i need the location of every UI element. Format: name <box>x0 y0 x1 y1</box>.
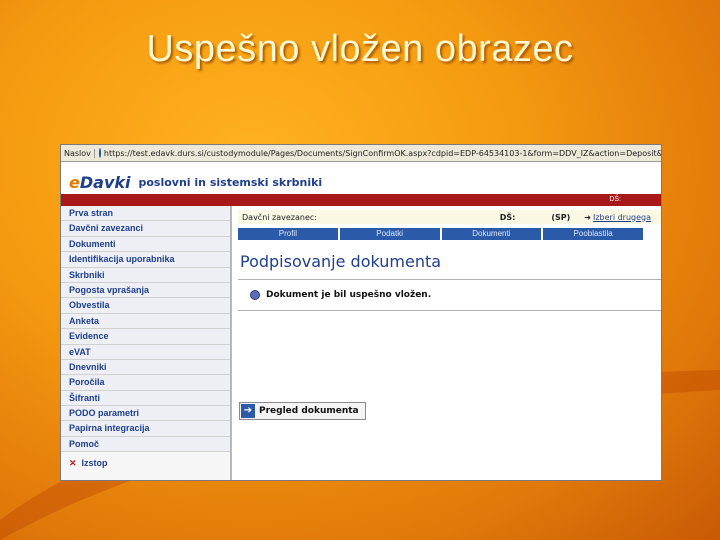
arrow-right-icon: ➔ <box>241 404 255 418</box>
sidebar-item-evidence[interactable]: Evidence <box>61 329 230 345</box>
address-label: Naslov <box>61 148 95 158</box>
sidebar-item-dnevniki[interactable]: Dnevniki <box>61 359 230 376</box>
address-bar[interactable]: Naslov https://test.edavk.durs.si/custod… <box>61 145 661 162</box>
browser-screenshot: Naslov https://test.edavk.durs.si/custod… <box>60 144 662 481</box>
tab-dokumenti[interactable]: Dokumenti <box>441 228 542 240</box>
bullet-icon <box>250 290 260 300</box>
sidebar-item-faq[interactable]: Pogosta vprašanja <box>61 282 230 299</box>
close-icon: ✕ <box>69 458 77 469</box>
sidebar-item-podo-parametri[interactable]: PODO parametri <box>61 406 230 422</box>
page-title: Podpisovanje dokumenta <box>240 252 442 271</box>
taxpayer-line: Davčni zavezanec: DŠ: (SP) ➜ Izberi drug… <box>238 210 661 224</box>
tab-pooblastila[interactable]: Pooblastila <box>543 228 643 240</box>
url-text[interactable]: https://test.edavk.durs.si/custodymodule… <box>104 149 661 158</box>
view-document-label: Pregled dokumenta <box>259 406 359 416</box>
sidebar-item-identifikacija[interactable]: Identifikacija uporabnika <box>61 252 230 268</box>
tab-profil[interactable]: Profil <box>238 228 338 240</box>
sidebar-item-dokumenti[interactable]: Dokumenti <box>61 236 230 253</box>
sidebar-item-skrbniki[interactable]: Skrbniki <box>61 267 230 283</box>
view-document-button[interactable]: ➔ Pregled dokumenta <box>239 402 366 420</box>
tab-bar: Profil Podatki Dokumenti Pooblastila <box>238 228 645 240</box>
slide-title: Uspešno vložen obrazec <box>146 28 574 70</box>
exit-label: Izstop <box>81 458 108 469</box>
app-banner: eDavki poslovni in sistemski skrbniki <box>61 162 661 194</box>
success-message: Dokument je bil uspešno vložen. <box>266 290 432 300</box>
sidebar: Prva stran Davčni zavezanci Dokumenti Id… <box>61 206 232 480</box>
taxpayer-label: Davčni zavezanec: <box>242 212 317 222</box>
tab-podatki[interactable]: Podatki <box>339 228 440 240</box>
sidebar-item-sifranti[interactable]: Šifranti <box>61 390 230 407</box>
sidebar-item-pomoc[interactable]: Pomoč <box>61 436 230 453</box>
sidebar-item-prva-stran[interactable]: Prva stran <box>61 206 230 222</box>
success-message-box: Dokument je bil uspešno vložen. <box>238 279 661 311</box>
sidebar-item-obvestila[interactable]: Obvestila <box>61 298 230 314</box>
ds-label: DŠ: <box>499 212 516 222</box>
banner-subtitle: poslovni in sistemski skrbniki <box>138 176 323 189</box>
main-content: Davčni zavezanec: DŠ: (SP) ➜ Izberi drug… <box>232 206 661 480</box>
sidebar-item-porocila[interactable]: Poročila <box>61 375 230 391</box>
tax-number-label: DŠ: <box>609 196 621 203</box>
change-taxpayer-link[interactable]: Izberi drugega <box>593 213 651 222</box>
globe-icon <box>98 148 101 158</box>
arrow-icon: ➜ <box>584 212 591 222</box>
sidebar-item-papirna-integracija[interactable]: Papirna integracija <box>61 421 230 437</box>
sidebar-item-anketa[interactable]: Anketa <box>61 313 230 330</box>
sp-label: (SP) <box>551 212 571 222</box>
edavki-logo: eDavki <box>69 173 131 192</box>
sidebar-item-izstop[interactable]: ✕ Izstop <box>61 452 230 475</box>
sidebar-item-evat[interactable]: eVAT <box>61 344 230 360</box>
header-red-bar: DŠ: <box>61 194 661 206</box>
sidebar-item-davcni-zavezanci[interactable]: Davčni zavezanci <box>61 221 230 237</box>
